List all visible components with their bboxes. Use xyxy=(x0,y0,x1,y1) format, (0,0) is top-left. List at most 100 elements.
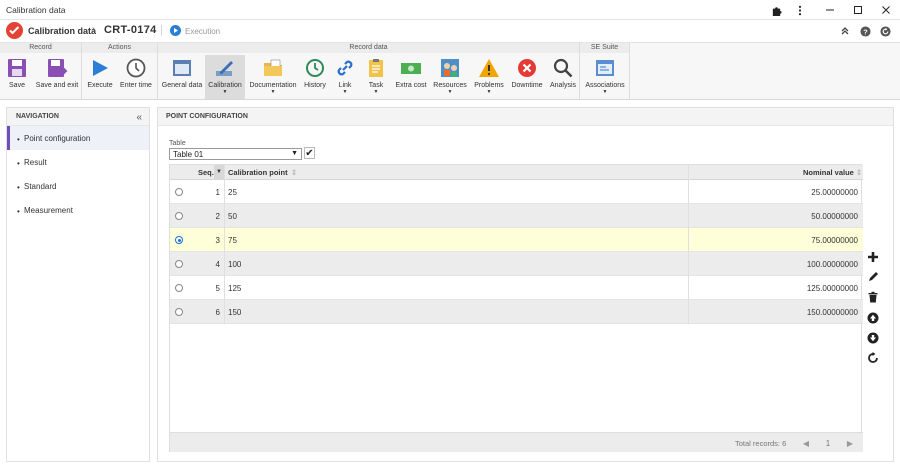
dropdown-arrow-icon: ▼ xyxy=(486,89,492,95)
row-radio-checked[interactable] xyxy=(175,236,183,244)
nav-item-label: Point configuration xyxy=(24,134,91,143)
minimize-icon[interactable] xyxy=(818,2,842,18)
close-icon[interactable] xyxy=(874,2,898,18)
calibration-label: Calibration xyxy=(208,82,242,89)
confirm-check-icon[interactable]: ✔ xyxy=(304,147,315,159)
money-icon xyxy=(400,57,422,79)
column-seq[interactable]: Seq. xyxy=(198,168,214,177)
resources-button[interactable]: Resources ▼ xyxy=(432,55,468,99)
nav-item-measurement[interactable]: • Measurement xyxy=(7,198,149,222)
next-page-icon[interactable]: ▶ xyxy=(841,435,859,451)
save-and-exit-button[interactable]: Save and exit xyxy=(34,55,80,99)
table-row[interactable]: 2 50 50.00000000 xyxy=(170,204,863,228)
documentation-label: Documentation xyxy=(249,82,297,89)
group-title: Actions xyxy=(82,43,157,53)
group-title: Record xyxy=(0,43,81,53)
table-row-selected[interactable]: 3 75 75.00000000 xyxy=(170,228,863,252)
analysis-label: Analysis xyxy=(549,82,577,89)
calibration-button[interactable]: Calibration ▼ xyxy=(205,55,245,99)
enter-time-label: Enter time xyxy=(120,82,152,89)
row-radio[interactable] xyxy=(175,284,183,292)
maximize-icon[interactable] xyxy=(846,2,870,18)
nav-item-point-configuration[interactable]: • Point configuration xyxy=(7,126,149,150)
edit-icon[interactable] xyxy=(865,269,881,285)
table-row[interactable]: 5 125 125.00000000 xyxy=(170,276,863,300)
dropdown-arrow-icon: ▼ xyxy=(270,89,276,95)
enter-time-button[interactable]: Enter time xyxy=(118,55,154,99)
save-label: Save xyxy=(9,82,25,89)
collapse-panel-icon[interactable]: « xyxy=(136,112,142,123)
cell-nominal-value: 100.00000000 xyxy=(806,260,858,269)
chevron-down-icon: ▼ xyxy=(291,150,298,157)
breadcrumb[interactable]: Calibration data xyxy=(28,26,96,36)
nav-item-label: Measurement xyxy=(24,206,73,215)
warning-icon xyxy=(478,57,500,79)
prev-page-icon[interactable]: ◀ xyxy=(797,435,815,451)
refresh-icon[interactable] xyxy=(865,350,881,366)
row-radio[interactable] xyxy=(175,188,183,196)
table-row[interactable]: 6 150 150.00000000 xyxy=(170,300,863,324)
collapse-up-icon[interactable] xyxy=(839,25,851,37)
associations-icon xyxy=(594,57,616,79)
move-up-icon[interactable] xyxy=(865,310,881,326)
table-row[interactable]: 1 25 25.00000000 xyxy=(170,180,863,204)
problems-label: Problems xyxy=(474,82,504,89)
bullet-icon: • xyxy=(17,135,20,144)
cell-calibration-point: 100 xyxy=(228,260,242,269)
svg-text:?: ? xyxy=(863,27,868,36)
record-header: Calibration data › CRT-0174 | Execution … xyxy=(0,20,900,42)
general-data-button[interactable]: General data xyxy=(161,55,203,99)
help-icon[interactable]: ? xyxy=(859,25,871,37)
magnifier-icon xyxy=(552,57,574,79)
row-radio[interactable] xyxy=(175,308,183,316)
sort-icon[interactable]: ⇕ xyxy=(291,168,297,177)
extra-cost-button[interactable]: Extra cost xyxy=(393,55,429,99)
downtime-button[interactable]: Downtime xyxy=(510,55,544,99)
save-button[interactable]: Save xyxy=(4,55,30,99)
stop-icon xyxy=(516,57,538,79)
extra-cost-label: Extra cost xyxy=(395,82,427,89)
history-icon xyxy=(304,57,326,79)
navigation-panel: NAVIGATION « • Point configuration • Res… xyxy=(6,107,150,462)
cell-seq: 6 xyxy=(215,308,220,317)
table-select-value: Table 01 xyxy=(173,150,204,159)
save-exit-icon xyxy=(46,57,68,79)
execute-label: Execute xyxy=(87,82,113,89)
play-icon xyxy=(89,57,111,79)
nav-item-standard[interactable]: • Standard xyxy=(7,174,149,198)
column-calibration-point[interactable]: Calibration point xyxy=(228,168,288,177)
sort-icon[interactable]: ⇕ xyxy=(856,168,862,177)
task-label: Task xyxy=(368,82,384,89)
more-options-icon[interactable] xyxy=(788,2,812,18)
row-radio[interactable] xyxy=(175,260,183,268)
history-button[interactable]: History xyxy=(302,55,328,99)
cell-calibration-point: 50 xyxy=(228,212,237,221)
task-button[interactable]: Task ▼ xyxy=(364,55,388,99)
associations-button[interactable]: Associations ▼ xyxy=(584,55,626,99)
cell-seq: 4 xyxy=(215,260,220,269)
row-radio[interactable] xyxy=(175,212,183,220)
analysis-button[interactable]: Analysis xyxy=(548,55,578,99)
table-select[interactable]: Table 01 ▼ xyxy=(169,148,302,160)
add-icon[interactable] xyxy=(865,249,881,265)
header-divider: | xyxy=(160,24,163,36)
bullet-icon: • xyxy=(17,207,20,216)
nav-item-label: Result xyxy=(24,158,47,167)
people-icon xyxy=(439,57,461,79)
group-title: SE Suite xyxy=(580,43,629,53)
dropdown-arrow-icon: ▼ xyxy=(342,89,348,95)
column-nominal-value[interactable]: Nominal value xyxy=(803,168,854,177)
link-button[interactable]: Link ▼ xyxy=(333,55,357,99)
table-row[interactable]: 4 100 100.00000000 xyxy=(170,252,863,276)
extension-icon[interactable] xyxy=(764,2,788,18)
refresh-circle-icon[interactable] xyxy=(879,25,891,37)
sort-desc-icon[interactable]: ▼ xyxy=(214,165,224,180)
window-icon xyxy=(171,57,193,79)
move-down-icon[interactable] xyxy=(865,330,881,346)
problems-button[interactable]: Problems ▼ xyxy=(472,55,506,99)
delete-icon[interactable] xyxy=(865,289,881,305)
documentation-button[interactable]: Documentation ▼ xyxy=(248,55,298,99)
nav-item-result[interactable]: • Result xyxy=(7,150,149,174)
execute-button[interactable]: Execute xyxy=(86,55,114,99)
execution-status-icon xyxy=(170,25,181,36)
